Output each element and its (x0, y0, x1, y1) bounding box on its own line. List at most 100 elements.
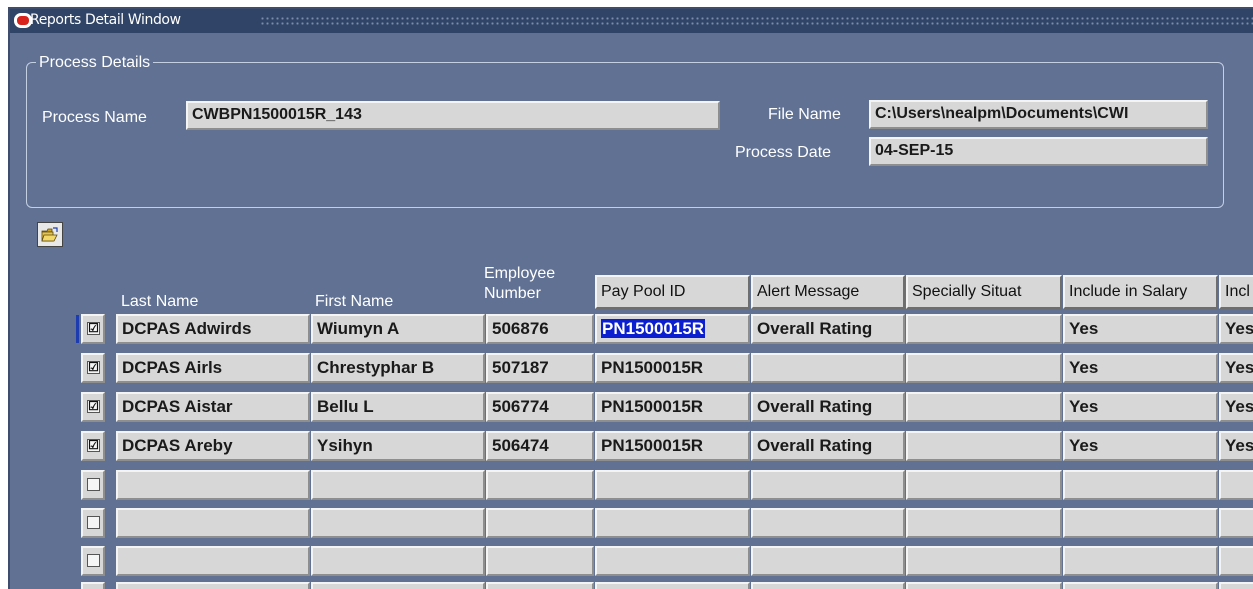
row-indicator (76, 471, 79, 499)
column-last-name: Last Name (121, 293, 199, 310)
cell-employee-number[interactable] (486, 582, 594, 589)
checkbox-mark: ☑ (87, 399, 100, 413)
cell-pay-pool-id[interactable]: PN1500015R (595, 392, 750, 422)
cell-alert-message[interactable]: Overall Rating (751, 392, 905, 422)
cell-employee-number[interactable] (486, 546, 594, 576)
cell-first-name[interactable]: Ysihyn (311, 431, 485, 461)
process-name-label: Process Name (42, 109, 147, 126)
cell-specially-situated[interactable] (906, 392, 1062, 422)
cell-employee-number[interactable]: 507187 (486, 353, 594, 383)
cell-pay-pool-id[interactable] (595, 582, 750, 589)
cell-first-name[interactable]: Chrestyphar B (311, 353, 485, 383)
cell-first-name[interactable] (311, 470, 485, 500)
cell-last-name[interactable] (116, 508, 310, 538)
cell-include-more[interactable] (1219, 582, 1253, 589)
column-alert-message[interactable]: Alert Message (751, 275, 905, 309)
cell-last-name[interactable]: DCPAS Adwirds (116, 314, 310, 344)
open-folder-button[interactable] (37, 222, 63, 247)
cell-include-in-salary[interactable]: Yes (1063, 353, 1218, 383)
window-title: Reports Detail Window (30, 12, 181, 28)
cell-first-name[interactable] (311, 546, 485, 576)
cell-alert-message[interactable]: Overall Rating (751, 314, 905, 344)
cell-include-more[interactable] (1219, 546, 1253, 576)
row-indicator (76, 509, 79, 537)
cell-include-in-salary[interactable]: Yes (1063, 431, 1218, 461)
cell-pay-pool-id[interactable] (595, 508, 750, 538)
process-date-field[interactable]: 04-SEP-15 (869, 137, 1208, 166)
cell-specially-situated[interactable] (906, 470, 1062, 500)
row-indicator (76, 583, 79, 589)
row-select-checkbox[interactable] (81, 470, 105, 500)
cell-include-more[interactable]: Yes (1219, 353, 1253, 383)
cell-employee-number[interactable] (486, 470, 594, 500)
cell-specially-situated[interactable] (906, 314, 1062, 344)
cell-include-in-salary[interactable]: Yes (1063, 314, 1218, 344)
column-include-in-salary[interactable]: Include in Salary (1063, 275, 1218, 309)
title-bar-grip (260, 16, 1253, 26)
cell-last-name[interactable] (116, 582, 310, 589)
checkbox-mark: ☑ (87, 321, 100, 335)
cell-alert-message[interactable] (751, 508, 905, 538)
cell-pay-pool-id[interactable] (595, 546, 750, 576)
row-select-checkbox[interactable] (81, 546, 105, 576)
cell-specially-situated[interactable] (906, 546, 1062, 576)
current-row-indicator (76, 315, 79, 343)
row-indicator (76, 432, 79, 460)
process-details-group (26, 62, 1224, 208)
cell-pay-pool-id[interactable]: PN1500015R (595, 353, 750, 383)
cell-pay-pool-id-selected[interactable]: PN1500015R (595, 314, 750, 344)
cell-first-name[interactable]: Bellu L (311, 392, 485, 422)
row-select-checkbox[interactable]: ☑ (81, 314, 105, 344)
cell-include-more[interactable]: Yes (1219, 392, 1253, 422)
column-pay-pool-id[interactable]: Pay Pool ID (595, 275, 750, 309)
cell-include-in-salary[interactable]: Yes (1063, 392, 1218, 422)
cell-alert-message[interactable] (751, 546, 905, 576)
cell-include-in-salary[interactable] (1063, 508, 1218, 538)
cell-include-more[interactable] (1219, 470, 1253, 500)
cell-last-name[interactable]: DCPAS Airls (116, 353, 310, 383)
row-select-checkbox[interactable] (81, 582, 105, 589)
checkbox-mark (87, 478, 100, 491)
cell-specially-situated[interactable] (906, 431, 1062, 461)
title-bar[interactable]: Reports Detail Window (10, 9, 1253, 33)
cell-include-more[interactable]: Yes (1219, 431, 1253, 461)
cell-include-in-salary[interactable] (1063, 582, 1218, 589)
column-include-more[interactable]: Incl (1219, 275, 1253, 309)
cell-first-name[interactable]: Wiumyn A (311, 314, 485, 344)
cell-specially-situated[interactable] (906, 582, 1062, 589)
cell-pay-pool-id[interactable]: PN1500015R (595, 431, 750, 461)
cell-include-more[interactable] (1219, 508, 1253, 538)
cell-specially-situated[interactable] (906, 508, 1062, 538)
row-select-checkbox[interactable]: ☑ (81, 353, 105, 383)
row-select-checkbox[interactable]: ☑ (81, 431, 105, 461)
cell-alert-message[interactable] (751, 582, 905, 589)
cell-last-name[interactable]: DCPAS Aistar (116, 392, 310, 422)
cell-last-name[interactable] (116, 470, 310, 500)
file-name-label: File Name (768, 106, 841, 123)
column-employee-line2: Number (484, 285, 541, 302)
process-date-label: Process Date (735, 144, 832, 161)
cell-employee-number[interactable]: 506774 (486, 392, 594, 422)
cell-first-name[interactable] (311, 582, 485, 589)
process-name-field[interactable]: CWBPN1500015R_143 (186, 101, 720, 130)
cell-include-more[interactable]: Yes (1219, 314, 1253, 344)
cell-employee-number[interactable]: 506474 (486, 431, 594, 461)
cell-employee-number[interactable]: 506876 (486, 314, 594, 344)
checkbox-mark: ☑ (87, 438, 100, 452)
cell-employee-number[interactable] (486, 508, 594, 538)
cell-alert-message[interactable] (751, 470, 905, 500)
cell-specially-situated[interactable] (906, 353, 1062, 383)
column-specially-situated[interactable]: Specially Situat (906, 275, 1062, 309)
checkbox-mark (87, 554, 100, 567)
file-name-field[interactable]: C:\Users\nealpm\Documents\CWI (869, 100, 1208, 129)
cell-alert-message[interactable]: Overall Rating (751, 431, 905, 461)
cell-last-name[interactable] (116, 546, 310, 576)
cell-last-name[interactable]: DCPAS Areby (116, 431, 310, 461)
cell-pay-pool-id[interactable] (595, 470, 750, 500)
row-select-checkbox[interactable]: ☑ (81, 392, 105, 422)
cell-alert-message[interactable] (751, 353, 905, 383)
cell-include-in-salary[interactable] (1063, 546, 1218, 576)
row-select-checkbox[interactable] (81, 508, 105, 538)
cell-include-in-salary[interactable] (1063, 470, 1218, 500)
cell-first-name[interactable] (311, 508, 485, 538)
